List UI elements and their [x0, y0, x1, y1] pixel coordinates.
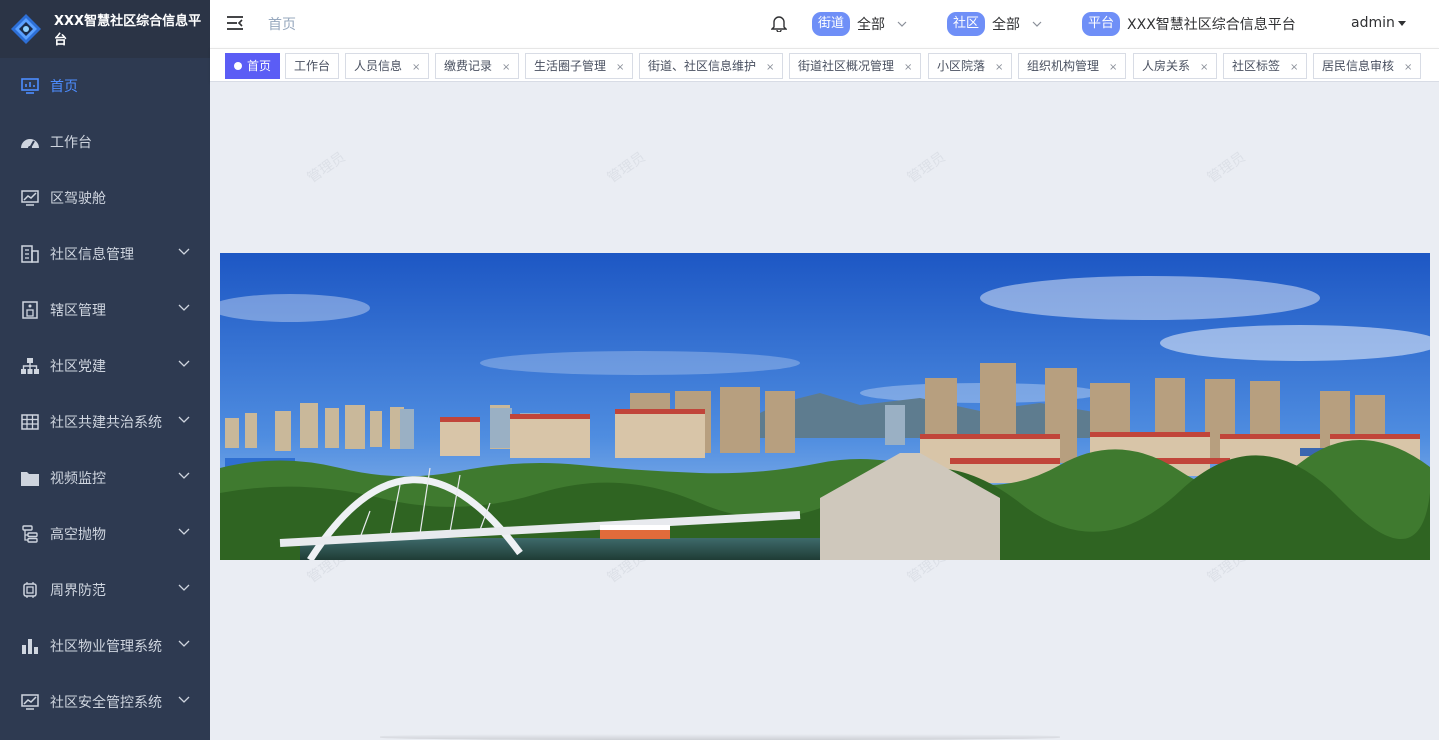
top-header: 首页 街道 全部 社区 全部 平台 XXX智慧社区综合信息平台 admin [210, 0, 1439, 48]
close-icon[interactable]: × [1200, 62, 1208, 73]
close-icon[interactable]: × [616, 62, 624, 73]
chevron-down-icon [178, 416, 190, 423]
sidebar-item-label: 社区安全管控系统 [50, 695, 162, 711]
close-icon[interactable]: × [412, 62, 420, 73]
tag-courtyard[interactable]: 小区院落 × [928, 53, 1013, 79]
sidebar-item-label: 社区共建共治系统 [50, 415, 162, 431]
logo-icon [10, 13, 42, 45]
building-icon [20, 244, 40, 264]
close-icon[interactable]: × [995, 62, 1003, 73]
sidebar-item-co-governance[interactable]: 社区共建共治系统 [0, 394, 210, 450]
sidebar-item-label: 高空抛物 [50, 527, 106, 543]
tag-overview[interactable]: 街道社区概况管理 × [789, 53, 922, 79]
tag-home[interactable]: 首页 [225, 53, 281, 79]
user-menu[interactable]: admin [1351, 15, 1406, 31]
watermark: 管理员 [604, 149, 649, 187]
community-tag: 社区 [947, 12, 986, 36]
tag-community-label[interactable]: 社区标签 × [1223, 53, 1308, 79]
sidebar-item-label: 首页 [50, 79, 78, 95]
street-tag: 街道 [812, 12, 851, 36]
tag-person-house[interactable]: 人房关系 × [1133, 53, 1218, 79]
sidebar-item-high-throw[interactable]: 高空抛物 [0, 506, 210, 562]
chevron-down-icon [178, 696, 190, 703]
chevron-down-icon [178, 472, 190, 479]
sidebar-item-label: 周界防范 [50, 583, 106, 599]
chevron-down-icon [178, 304, 190, 311]
sidebar: XXX智慧社区综合信息平台 首页 工作台 区驾驶舱 社区信息管理 辖区管理 社区… [0, 0, 210, 740]
close-icon[interactable]: × [766, 62, 774, 73]
chip-icon [20, 580, 40, 600]
chart-monitor-icon [20, 692, 40, 712]
district-icon [20, 300, 40, 320]
sidebar-item-label: 社区物业管理系统 [50, 639, 162, 655]
org-tree-icon [20, 356, 40, 376]
sidebar-item-cockpit[interactable]: 区驾驶舱 [0, 170, 210, 226]
city-banner-image [220, 253, 1430, 560]
street-value: 全部 [857, 17, 886, 33]
app-title: XXX智慧社区综合信息平台 [54, 14, 202, 48]
sidebar-item-perimeter[interactable]: 周界防范 [0, 562, 210, 618]
watermark: 管理员 [904, 149, 949, 187]
sidebar-item-workbench[interactable]: 工作台 [0, 114, 210, 170]
sidebar-item-label: 社区信息管理 [50, 247, 134, 263]
sidebar-item-label: 视频监控 [50, 471, 106, 487]
menu-toggle-icon[interactable] [226, 15, 244, 31]
platform-value: XXX智慧社区综合信息平台 [1127, 17, 1296, 33]
chevron-down-icon [178, 584, 190, 591]
tag-payment[interactable]: 缴费记录 × [435, 53, 520, 79]
chevron-down-icon [178, 360, 190, 367]
community-select[interactable]: 社区 全部 [947, 12, 1042, 36]
tree-list-icon [20, 524, 40, 544]
sidebar-item-home[interactable]: 首页 [0, 58, 210, 114]
sidebar-item-safety[interactable]: 社区安全管控系统 [0, 674, 210, 730]
close-icon[interactable]: × [1109, 62, 1117, 73]
sidebar-logo[interactable]: XXX智慧社区综合信息平台 [0, 0, 210, 58]
sidebar-item-party[interactable]: 社区党建 [0, 338, 210, 394]
chevron-down-icon [178, 528, 190, 535]
table-grid-icon [20, 412, 40, 432]
watermark: 管理员 [304, 149, 349, 187]
close-icon[interactable]: × [1290, 62, 1298, 73]
watermark: 管理员 [1204, 149, 1249, 187]
tag-org[interactable]: 组织机构管理 × [1018, 53, 1127, 79]
bar-chart-icon [20, 636, 40, 656]
speedometer-icon [20, 132, 40, 152]
sidebar-item-label: 区驾驶舱 [50, 191, 106, 207]
tag-workbench[interactable]: 工作台 [285, 53, 340, 79]
close-icon[interactable]: × [1404, 62, 1412, 73]
platform-select[interactable]: 平台 XXX智慧社区综合信息平台 [1082, 12, 1296, 36]
tag-life-circle[interactable]: 生活圈子管理 × [525, 53, 634, 79]
chevron-down-icon [897, 21, 907, 27]
sidebar-item-property[interactable]: 社区物业管理系统 [0, 618, 210, 674]
dashboard-monitor-icon [20, 76, 40, 96]
tags-view: 首页 工作台 人员信息 × 缴费记录 × 生活圈子管理 × 街道、社区信息维护 × 街道… [210, 48, 1439, 82]
sidebar-item-label: 工作台 [50, 135, 92, 151]
close-icon[interactable]: × [502, 62, 510, 73]
sidebar-item-district[interactable]: 辖区管理 [0, 282, 210, 338]
platform-tag: 平台 [1082, 12, 1121, 36]
chevron-down-icon [178, 640, 190, 647]
tag-person-info[interactable]: 人员信息 × [345, 53, 430, 79]
chevron-down-icon [178, 248, 190, 255]
close-icon[interactable]: × [904, 62, 912, 73]
sidebar-item-label: 社区党建 [50, 359, 106, 375]
chart-monitor-icon [20, 188, 40, 208]
sidebar-menu: 首页 工作台 区驾驶舱 社区信息管理 辖区管理 社区党建 社区共建共治系统 视频… [0, 58, 210, 730]
username: admin [1351, 15, 1395, 31]
sidebar-item-community-info[interactable]: 社区信息管理 [0, 226, 210, 282]
community-value: 全部 [992, 17, 1021, 33]
street-select[interactable]: 街道 全部 [812, 12, 907, 36]
sidebar-item-label: 辖区管理 [50, 303, 106, 319]
breadcrumb: 首页 [268, 17, 296, 33]
footer-shadow [380, 734, 1060, 740]
folder-icon [20, 468, 40, 488]
tag-street-community-info[interactable]: 街道、社区信息维护 × [639, 53, 784, 79]
sidebar-item-video-monitor[interactable]: 视频监控 [0, 450, 210, 506]
chevron-down-icon [1032, 21, 1042, 27]
bell-icon[interactable] [770, 14, 788, 33]
tag-resident-review[interactable]: 居民信息审核 × [1313, 53, 1422, 79]
caret-down-icon [1397, 20, 1406, 26]
active-dot-icon [234, 62, 242, 70]
main-content: 管理员 管理员 管理员 管理员 管理员 管理员 管理员 管理员 [210, 82, 1439, 740]
